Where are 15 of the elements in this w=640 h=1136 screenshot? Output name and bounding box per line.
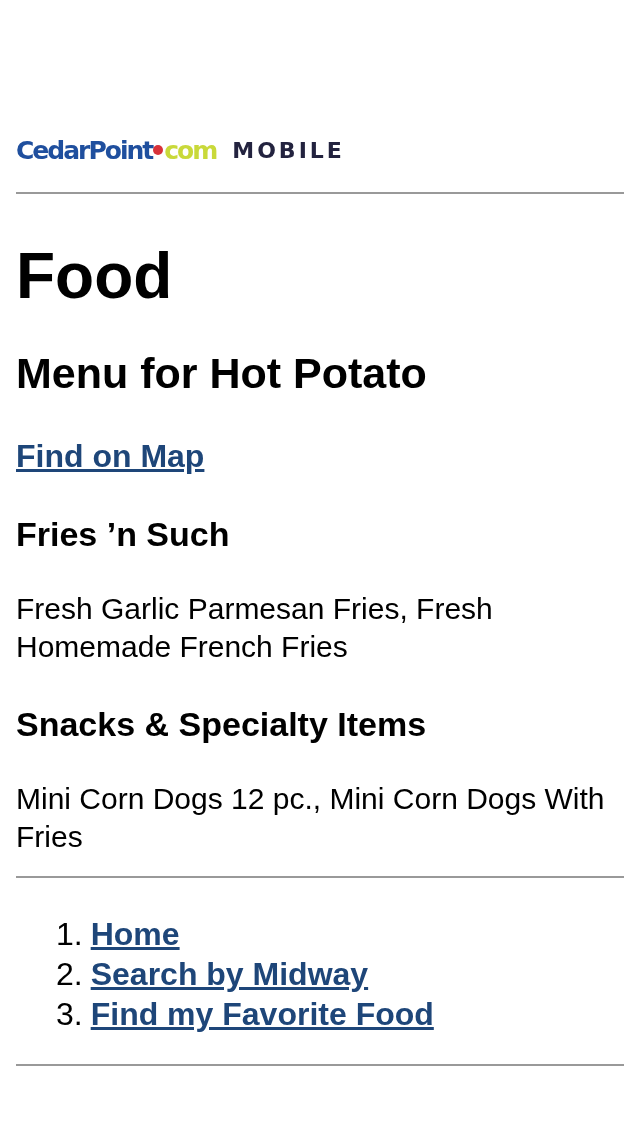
nav-link[interactable]: Home: [90, 914, 180, 954]
menu-items-text: Mini Corn Dogs 12 pc., Mini Corn Dogs With Fries: [16, 781, 606, 855]
menu-items-text: Fresh Garlic Parmesan Fries, Fresh Homemade French Fries: [16, 591, 494, 665]
list-number: 1.: [56, 915, 83, 954]
nav-link[interactable]: Find my Favorite Food: [90, 994, 434, 1034]
section-heading: Snacks & Specialty Items: [16, 704, 428, 744]
find-on-map-link[interactable]: Find on Map: [16, 438, 205, 474]
menu-title: Menu for Hot Potato: [16, 348, 428, 398]
page-title: Food: [16, 240, 174, 312]
section-heading: Fries ’n Such: [16, 514, 231, 554]
mobile-label: MOBILE: [232, 137, 345, 163]
list-number: 2.: [56, 955, 83, 994]
nav-link[interactable]: Search by Midway: [90, 954, 369, 994]
list-number: 3.: [56, 995, 83, 1034]
cedar-point-logo: CedarPoint com: [16, 135, 217, 165]
